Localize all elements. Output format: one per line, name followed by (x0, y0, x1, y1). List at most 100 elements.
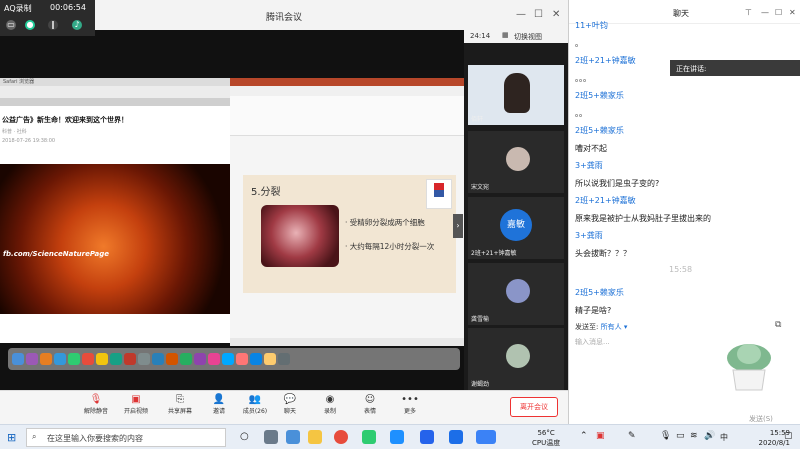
dock-launchpad-icon[interactable] (40, 353, 52, 365)
grid-view-icon: ▦ (502, 31, 509, 39)
recorder-window-icon[interactable]: ▭ (6, 20, 16, 30)
dock-facetime-icon[interactable] (110, 353, 122, 365)
participant-tile[interactable]: 嘉敏 2班+21+钟嘉敏 (468, 197, 564, 259)
meeting-toolbar: 🎙 解除静音 ▣ 开启视频 ⎘ 共享屏幕 👤 邀请 👥 成员(26) 💬 聊天 ◉ 录制 ☺ 表… (0, 390, 568, 424)
chat-message: 精子是啥? (575, 305, 612, 315)
browser-menubar: Safari 浏览器 (0, 78, 230, 86)
chat-pin-icon[interactable]: ⊤ (745, 8, 752, 17)
dock-trash-icon[interactable] (278, 353, 290, 365)
participant-tile[interactable]: 谢蝎劲 (468, 328, 564, 390)
article-meta: 科普 · 社科 (2, 129, 27, 135)
chat-message: 。。 (575, 108, 587, 118)
chat-message: 原来我是被护士从我妈肚子里拔出来的 (575, 213, 711, 223)
collapse-panel-icon[interactable]: › (453, 214, 463, 238)
slide-embryo-image (261, 205, 339, 267)
wechat-icon[interactable] (362, 430, 376, 444)
tencent-meeting-icon[interactable] (449, 430, 463, 444)
send-button[interactable]: 发送(S) (749, 414, 773, 424)
file-explorer-icon[interactable] (308, 430, 322, 444)
unmute-button[interactable]: 🎙 解除静音 (76, 394, 116, 415)
invite-label: 邀请 (212, 408, 225, 415)
send-to-label: 发送至: 所有人 ▾ (575, 322, 627, 332)
tray-app-icon[interactable]: ▣ (596, 431, 605, 441)
tray-icon[interactable]: ⌃ (580, 431, 588, 441)
task-view-icon[interactable] (264, 430, 278, 444)
ime-indicator[interactable]: 中 (720, 432, 728, 443)
ppt-titlebar (230, 78, 464, 86)
recorder-pause-icon[interactable]: ‖ (48, 20, 58, 30)
dock-app-icon[interactable] (208, 353, 220, 365)
members-button[interactable]: 👥 成员(26) (235, 394, 275, 415)
chat-input[interactable]: 输入消息... (575, 337, 610, 347)
participant-camera-video (504, 73, 530, 113)
start-video-label: 开启视频 (123, 408, 148, 415)
invite-icon: 👤 (212, 394, 226, 405)
article-video[interactable]: fb.com/ScienceNaturePage (0, 164, 230, 314)
cortana-icon[interactable]: ○ (240, 431, 249, 442)
dock-messages-icon[interactable] (68, 353, 80, 365)
video-watermark: fb.com/ScienceNaturePage (3, 250, 110, 258)
maximize-icon[interactable]: ☐ (534, 9, 543, 20)
participant-name: 龚雪榆 (471, 316, 490, 323)
wifi-icon[interactable]: ≋ (690, 431, 698, 441)
dock-photos-icon[interactable] (82, 353, 94, 365)
dock-siri-icon[interactable] (26, 353, 38, 365)
wps-icon[interactable] (420, 430, 434, 444)
volume-icon[interactable]: 🔊 (704, 431, 715, 441)
browser-icon[interactable] (390, 430, 404, 444)
chrome-icon[interactable] (334, 430, 348, 444)
chat-minimize-icon[interactable]: — (761, 8, 769, 17)
dock-notes-icon[interactable] (96, 353, 108, 365)
dock-excel-icon[interactable] (180, 353, 192, 365)
participant-name: 宋文宛 (471, 184, 490, 191)
dock-finder-icon[interactable] (12, 353, 24, 365)
notification-icon[interactable]: ▢ (784, 431, 793, 441)
dock-safari-icon[interactable] (54, 353, 66, 365)
network-icon[interactable]: ▭ (676, 431, 685, 441)
dock-wps-icon[interactable] (264, 353, 276, 365)
dock-word-icon[interactable] (152, 353, 164, 365)
dock-music-icon[interactable] (194, 353, 206, 365)
chat-close-icon[interactable]: ✕ (789, 8, 796, 17)
chevron-down-icon[interactable]: ▾ (622, 323, 628, 331)
emoji-button[interactable]: ☺ 表情 (350, 394, 390, 415)
chat-sender: 2班+21+钟嘉敏 (575, 56, 636, 65)
send-to-text: 发送至: (575, 323, 599, 331)
participant-avatar (506, 344, 530, 368)
taskbar-app-icon[interactable] (476, 430, 496, 444)
dock-appstore-icon[interactable] (222, 353, 234, 365)
recorder-mic-icon[interactable]: ♪ (72, 20, 82, 30)
windows-taskbar: ⊞ ⌕ 在这里输入你要搜索的内容 ○ 56°C CPU温度 ⌃ ▣ ✎ 🎙 ▭ … (0, 424, 800, 449)
more-button[interactable]: ••• 更多 (390, 394, 430, 415)
invite-button[interactable]: 👤 邀请 (199, 394, 239, 415)
chat-message: 。 (575, 38, 583, 48)
camera-off-icon: ▣ (131, 394, 141, 405)
screenshot-icon[interactable]: ⧉ (775, 320, 781, 330)
send-to-select[interactable]: 所有人 (601, 323, 622, 331)
windows-start-icon[interactable]: ⊞ (7, 431, 16, 444)
participant-tile[interactable]: 宋文宛 (468, 131, 564, 193)
dock-powerpoint-icon[interactable] (166, 353, 178, 365)
dock-preferences-icon[interactable] (138, 353, 150, 365)
chat-button[interactable]: 💬 聊天 (270, 394, 310, 415)
taskbar-search-input[interactable]: ⌕ 在这里输入你要搜索的内容 (26, 428, 226, 447)
switch-view-button[interactable]: 切换视图 (514, 32, 542, 42)
ime-icon[interactable]: ✎ (628, 431, 636, 441)
edge-icon[interactable] (286, 430, 300, 444)
leave-meeting-button[interactable]: 离开会议 (510, 397, 558, 417)
close-icon[interactable]: ✕ (552, 9, 560, 20)
start-video-button[interactable]: ▣ 开启视频 (116, 394, 156, 415)
recorder-record-icon[interactable]: ● (25, 20, 35, 30)
participant-tile[interactable]: 龚雪榆 (468, 263, 564, 325)
dock-calendar-icon[interactable] (124, 353, 136, 365)
dock-meeting-icon[interactable] (250, 353, 262, 365)
minimize-icon[interactable]: — (516, 9, 526, 20)
chat-maximize-icon[interactable]: ☐ (775, 8, 782, 17)
record-button[interactable]: ◉ 录制 (310, 394, 350, 415)
share-screen-button[interactable]: ⎘ 共享屏幕 (160, 394, 200, 415)
speaking-indicator: 正在讲话: (670, 60, 800, 76)
chat-message: 头会拔断？？？ (575, 248, 631, 258)
dock-pdf-icon[interactable] (236, 353, 248, 365)
mic-tray-icon[interactable]: 🎙 (660, 431, 671, 441)
participant-tile[interactable]: 佰轩 (468, 65, 564, 125)
